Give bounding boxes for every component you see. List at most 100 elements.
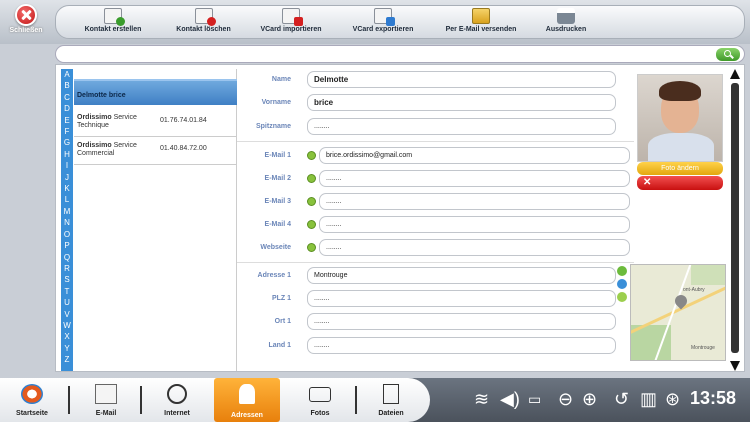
print-button[interactable]: Ausdrucken [541, 8, 591, 38]
alphabet-letter[interactable]: J [61, 172, 73, 183]
email1-row: E-Mail 1 brice.ordissimo@gmail.com [237, 147, 634, 165]
address-map[interactable]: ont-Aubry Montrouge [630, 264, 726, 361]
dock-startseite[interactable]: Startseite [2, 382, 62, 420]
dock-fotos[interactable]: Fotos [290, 382, 350, 420]
email-send-icon[interactable] [307, 197, 316, 206]
help-icon[interactable]: ⊛ [665, 386, 680, 412]
webseite-label: Webseite [260, 244, 291, 251]
ort1-field[interactable]: ........ [307, 313, 616, 330]
add-contact-icon [104, 8, 125, 26]
import-vcard-button[interactable]: VCard importieren [256, 8, 326, 38]
contact-phone: 01.40.84.72.00 [160, 145, 207, 152]
change-photo-button[interactable]: Foto ändern [637, 162, 723, 175]
contact-item[interactable]: Ordissimo Service Commercial 01.40.84.72… [74, 137, 237, 165]
alphabet-letter[interactable]: E [61, 115, 73, 126]
plz1-field[interactable]: ........ [307, 290, 616, 307]
email3-label: E-Mail 3 [264, 198, 291, 205]
wifi-icon[interactable]: ≋ [474, 386, 489, 412]
alphabet-letter[interactable]: A [61, 69, 73, 80]
email3-field[interactable]: ........ [319, 193, 630, 210]
scroll-up-icon[interactable] [730, 69, 740, 79]
webseite-field[interactable]: ........ [319, 239, 630, 256]
trash-icon[interactable]: ▥ [640, 386, 657, 412]
name-field[interactable]: Delmotte [307, 71, 616, 88]
alphabet-letter[interactable]: O [61, 229, 73, 240]
vorname-field[interactable]: brice [307, 94, 616, 111]
map-label: Montrouge [691, 345, 715, 351]
dock-label: Adressen [231, 412, 263, 419]
alphabet-letter[interactable]: Y [61, 343, 73, 354]
photo-shirt [648, 133, 714, 161]
delete-photo-button[interactable]: ✕ [637, 176, 723, 190]
dock-internet[interactable]: Internet [147, 382, 207, 420]
alphabet-letter[interactable]: L [61, 194, 73, 205]
alphabet-letter[interactable]: Q [61, 252, 73, 263]
remove-address-icon[interactable] [617, 279, 627, 289]
alphabet-letter[interactable]: N [61, 217, 73, 228]
spitzname-row: Spitzname ........ [237, 118, 634, 136]
search-button[interactable] [716, 48, 740, 61]
dock-dateien[interactable]: Dateien [361, 382, 421, 420]
search-input[interactable] [55, 45, 745, 63]
open-website-icon[interactable] [307, 243, 316, 252]
alphabet-letter[interactable]: H [61, 149, 73, 160]
email1-field[interactable]: brice.ordissimo@gmail.com [319, 147, 630, 164]
contact-item-selected[interactable]: Delmotte brice [74, 79, 237, 105]
name-row: Name Delmotte [237, 71, 634, 89]
locate-address-icon[interactable] [617, 292, 627, 302]
email-send-icon[interactable] [307, 174, 316, 183]
remove-contact-icon [194, 8, 216, 26]
spitzname-label: Spitzname [255, 123, 291, 130]
dock-email[interactable]: E-Mail [76, 382, 136, 420]
alphabet-letter[interactable]: S [61, 274, 73, 285]
undo-icon[interactable]: ↺ [614, 386, 629, 412]
dock-adressen[interactable]: Adressen [214, 378, 280, 422]
create-contact-button[interactable]: Kontakt erstellen [78, 8, 148, 38]
scroll-thumb[interactable] [731, 83, 739, 353]
photo-hair [659, 81, 701, 101]
zoom-in-icon[interactable]: ⊕ [582, 386, 597, 412]
zoom-out-icon[interactable]: ⊖ [558, 386, 573, 412]
alphabet-letter[interactable]: K [61, 183, 73, 194]
email-send-icon[interactable] [307, 220, 316, 229]
contacts-icon [239, 384, 255, 404]
alphabet-letter[interactable]: G [61, 137, 73, 148]
close-button[interactable]: Schließen [6, 4, 46, 40]
export-vcard-button[interactable]: VCard exportieren [348, 8, 418, 38]
alphabet-letter[interactable]: R [61, 263, 73, 274]
alphabet-letter[interactable]: W [61, 320, 73, 331]
alphabet-letter[interactable]: I [61, 160, 73, 171]
delete-contact-button[interactable]: Kontakt löschen [171, 8, 236, 38]
email4-field[interactable]: ........ [319, 216, 630, 233]
land1-field[interactable]: ........ [307, 337, 616, 354]
alphabet-letter[interactable]: Z [61, 354, 73, 365]
email2-field[interactable]: ........ [319, 170, 630, 187]
volume-icon[interactable]: ◀) [500, 386, 520, 412]
map-park [691, 265, 725, 285]
alphabet-letter[interactable]: U [61, 297, 73, 308]
alphabet-letter[interactable]: F [61, 126, 73, 137]
alphabet-letter[interactable]: P [61, 240, 73, 251]
webseite-row: Webseite ........ [237, 239, 634, 257]
adresse1-field[interactable]: Montrouge [307, 267, 616, 284]
contact-item[interactable]: Ordissimo Service Technique 01.76.74.01.… [74, 109, 237, 137]
contact-name: Ordissimo Service Commercial [77, 142, 157, 158]
alphabet-letter[interactable]: V [61, 309, 73, 320]
battery-icon[interactable]: ▭ [528, 386, 541, 412]
scrollbar[interactable] [730, 69, 740, 371]
spitzname-field[interactable]: ........ [307, 118, 616, 135]
send-email-button[interactable]: Per E-Mail versenden [441, 8, 521, 38]
create-contact-label: Kontakt erstellen [84, 26, 142, 33]
alphabet-letter[interactable]: C [61, 92, 73, 103]
alphabet-letter[interactable]: X [61, 331, 73, 342]
alphabet-letter[interactable]: M [61, 206, 73, 217]
alphabet-letter[interactable]: T [61, 286, 73, 297]
contact-name: Ordissimo Service Technique [77, 114, 157, 130]
alphabet-letter[interactable]: D [61, 103, 73, 114]
alphabet-letter[interactable]: B [61, 80, 73, 91]
dock-label: Fotos [310, 410, 330, 417]
email-send-icon[interactable] [307, 151, 316, 160]
scroll-down-icon[interactable] [730, 361, 740, 371]
add-address-icon[interactable] [617, 266, 627, 276]
camera-icon [309, 387, 331, 402]
